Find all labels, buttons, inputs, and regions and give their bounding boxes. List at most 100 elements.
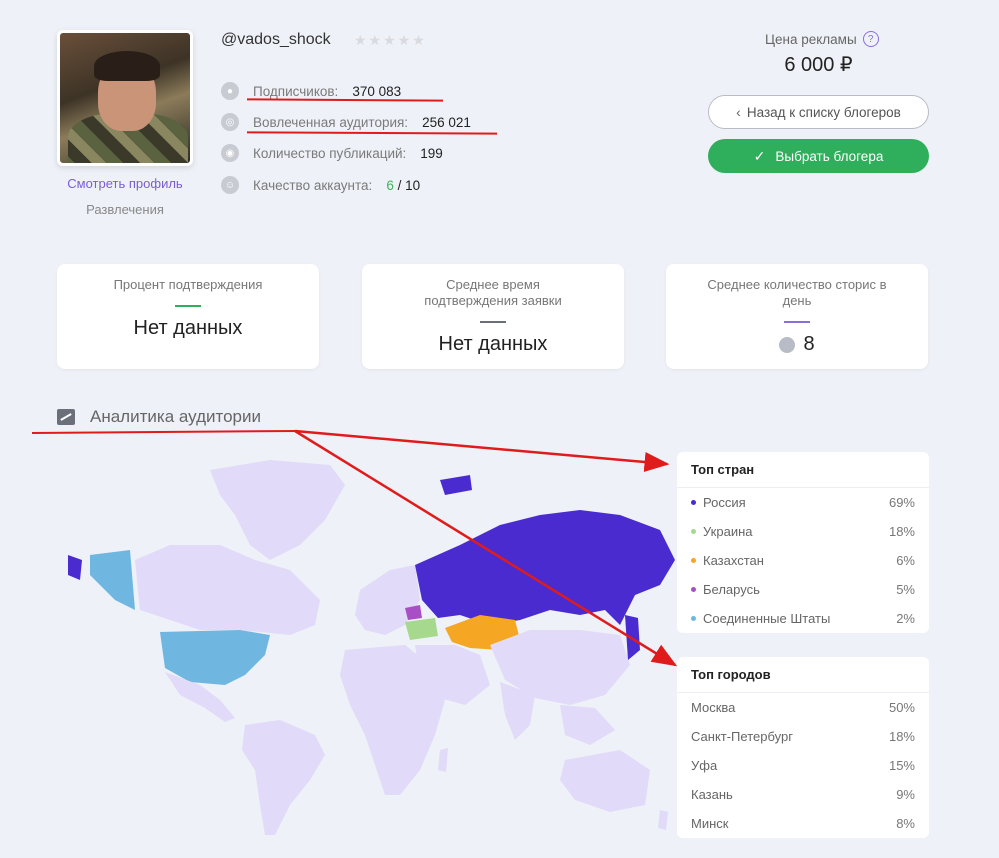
map-canada: [135, 545, 320, 635]
analytics-heading: Аналитика аудитории: [57, 407, 261, 427]
map-alaska-tip: [68, 555, 82, 580]
map-australia: [560, 750, 650, 812]
country-name: Россия: [703, 495, 746, 510]
map-russia-islands: [440, 475, 472, 495]
stat-quality: ☺ Качество аккаунта: 6 / 10: [221, 175, 420, 195]
help-icon[interactable]: ?: [862, 31, 879, 47]
smile-icon: ☺: [221, 176, 239, 194]
stat-value: 6 / 10: [386, 178, 420, 193]
city-name: Санкт-Петербург: [691, 729, 793, 744]
category-label: Развлечения: [86, 202, 164, 217]
stat-engaged: ◎ Вовлеченная аудитория: 256 021: [221, 112, 471, 132]
rating-stars: ★★★★★: [354, 32, 427, 48]
analytics-title: Аналитика аудитории: [90, 407, 261, 426]
select-blogger-button[interactable]: ✓ Выбрать блогера: [708, 139, 929, 173]
card-value: 8: [666, 333, 928, 356]
city-name: Уфа: [691, 758, 718, 773]
city-name: Москва: [691, 700, 736, 715]
map-south-america: [242, 720, 325, 835]
top-cities-panel: Топ городов Москва 50% Санкт-Петербург 1…: [677, 657, 929, 838]
country-pct: 18%: [888, 524, 915, 539]
card-title: Процент подтверждения: [113, 277, 263, 292]
target-icon: ◎: [221, 113, 239, 131]
city-row: Москва 50%: [677, 693, 929, 722]
check-icon: ✓: [753, 147, 766, 164]
city-row: Уфа 15%: [677, 751, 929, 780]
price-label: Цена рекламы ?: [765, 31, 879, 47]
card-title: Среднее время подтверждения заявки: [424, 277, 562, 308]
city-pct: 15%: [888, 758, 915, 773]
country-name: Казахстан: [703, 553, 764, 568]
city-pct: 50%: [888, 700, 915, 715]
legend-dot: [691, 616, 696, 621]
card-title: Среднее количество сторис в день: [707, 277, 887, 308]
city-row: Минск 8%: [677, 809, 929, 838]
stat-label: Количество публикаций:: [253, 145, 407, 161]
price-label-text: Цена рекламы: [765, 31, 857, 47]
stat-value: 256 021: [422, 114, 471, 130]
country-name: Соединенные Штаты: [703, 611, 831, 626]
panel-title: Топ стран: [677, 452, 929, 488]
stat-label: Подписчиков:: [253, 83, 339, 99]
city-pct: 9%: [896, 787, 915, 802]
stat-label: Качество аккаунта:: [253, 177, 373, 193]
country-row: Беларусь 5%: [677, 575, 929, 604]
stat-value: 370 083: [352, 83, 402, 99]
map-new-zealand: [658, 810, 668, 830]
city-row: Казань 9%: [677, 780, 929, 809]
card-accent-bar: [480, 321, 506, 323]
city-pct: 8%: [896, 816, 915, 831]
card-value-text: 8: [803, 333, 815, 355]
country-row: Украина 18%: [677, 517, 929, 546]
back-to-bloggers-button[interactable]: ‹ Назад к списку блогеров: [708, 95, 929, 129]
stories-icon: [779, 336, 796, 353]
chart-icon: [57, 409, 75, 425]
quality-max: / 10: [397, 177, 421, 193]
map-africa: [340, 645, 445, 795]
map-greenland: [210, 460, 345, 560]
map-japan: [625, 615, 640, 660]
map-madagascar: [438, 748, 448, 772]
panel-title: Топ городов: [677, 657, 929, 693]
legend-dot: [691, 587, 696, 592]
card-stories-per-day: Среднее количество сторис в день 8: [666, 264, 928, 369]
eye-icon: ◉: [221, 144, 239, 162]
stat-posts: ◉ Количество публикаций: 199: [221, 143, 443, 163]
map-russia: [415, 510, 675, 625]
country-row: Соединенные Штаты 2%: [677, 604, 929, 633]
card-accent-bar: [784, 321, 810, 323]
city-name: Минск: [691, 816, 729, 831]
country-name: Беларусь: [703, 582, 760, 597]
country-pct: 5%: [896, 582, 915, 597]
legend-dot: [691, 500, 696, 505]
annotation-underline: [246, 98, 444, 102]
annotation-underline: [31, 430, 296, 434]
quality-score: 6: [386, 177, 394, 193]
world-map: [68, 460, 675, 835]
users-icon: ●: [221, 82, 239, 100]
view-profile-link[interactable]: Смотреть профиль: [57, 176, 193, 191]
country-row: Россия 69%: [677, 488, 929, 517]
avatar-hair: [94, 51, 160, 81]
select-button-label: Выбрать блогера: [775, 148, 884, 164]
card-value: Нет данных: [438, 333, 548, 355]
card-confirmation-rate: Процент подтверждения Нет данных: [57, 264, 319, 369]
username: @vados_shock: [221, 31, 331, 48]
annotation-underline: [246, 131, 498, 135]
back-button-label: Назад к списку блогеров: [746, 104, 901, 120]
chevron-left-icon: ‹: [736, 104, 741, 120]
city-name: Казань: [691, 787, 733, 802]
card-accent-bar: [175, 305, 201, 307]
country-pct: 2%: [896, 611, 915, 626]
avatar: [57, 30, 193, 166]
country-name: Украина: [703, 524, 753, 539]
map-se-asia: [560, 705, 615, 745]
country-row: Казахстан 6%: [677, 546, 929, 575]
city-row: Санкт-Петербург 18%: [677, 722, 929, 751]
stat-label: Вовлеченная аудитория:: [253, 114, 409, 130]
country-pct: 69%: [888, 495, 915, 510]
price-value: 6 000 ₽: [784, 54, 853, 76]
country-pct: 6%: [896, 553, 915, 568]
legend-dot: [691, 529, 696, 534]
map-ukraine: [405, 618, 438, 640]
